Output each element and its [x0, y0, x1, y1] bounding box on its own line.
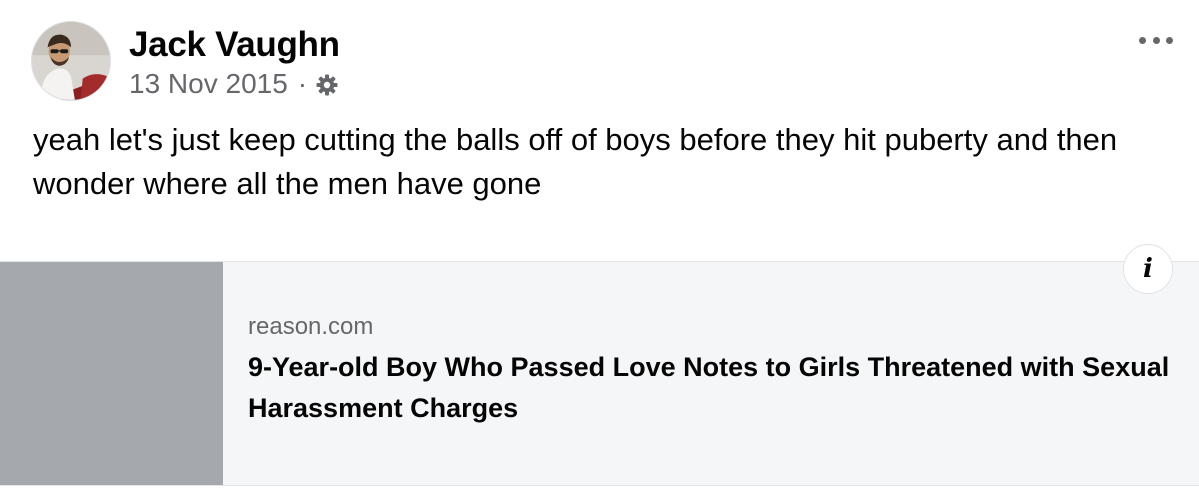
post-text: yeah let's just keep cutting the balls o… [33, 122, 1118, 201]
link-domain: reason.com [248, 313, 374, 340]
info-label: i [1143, 254, 1153, 284]
link-title[interactable]: 9-Year-old Boy Who Passed Love Notes to … [248, 347, 1178, 429]
post-meta: 13 Nov 2015 · [129, 68, 339, 100]
more-dot [1166, 36, 1173, 44]
link-thumbnail[interactable] [0, 262, 223, 485]
more-dot [1139, 36, 1146, 44]
more-dot [1152, 36, 1160, 44]
gear-icon[interactable] [315, 72, 339, 96]
post-date[interactable]: 13 Nov 2015 [129, 68, 288, 100]
link-preview-card[interactable]: i reason.com 9-Year-old Boy Who Passed L… [0, 244, 1199, 486]
avatar[interactable] [31, 21, 111, 101]
avatar-image [32, 22, 110, 100]
more-options-icon[interactable] [1139, 30, 1173, 50]
author-name[interactable]: Jack Vaughn [129, 25, 340, 65]
meta-separator: · [297, 68, 308, 99]
facebook-post: Jack Vaughn 13 Nov 2015 · yeah let's jus… [0, 0, 1199, 501]
info-icon[interactable]: i [1123, 244, 1173, 294]
